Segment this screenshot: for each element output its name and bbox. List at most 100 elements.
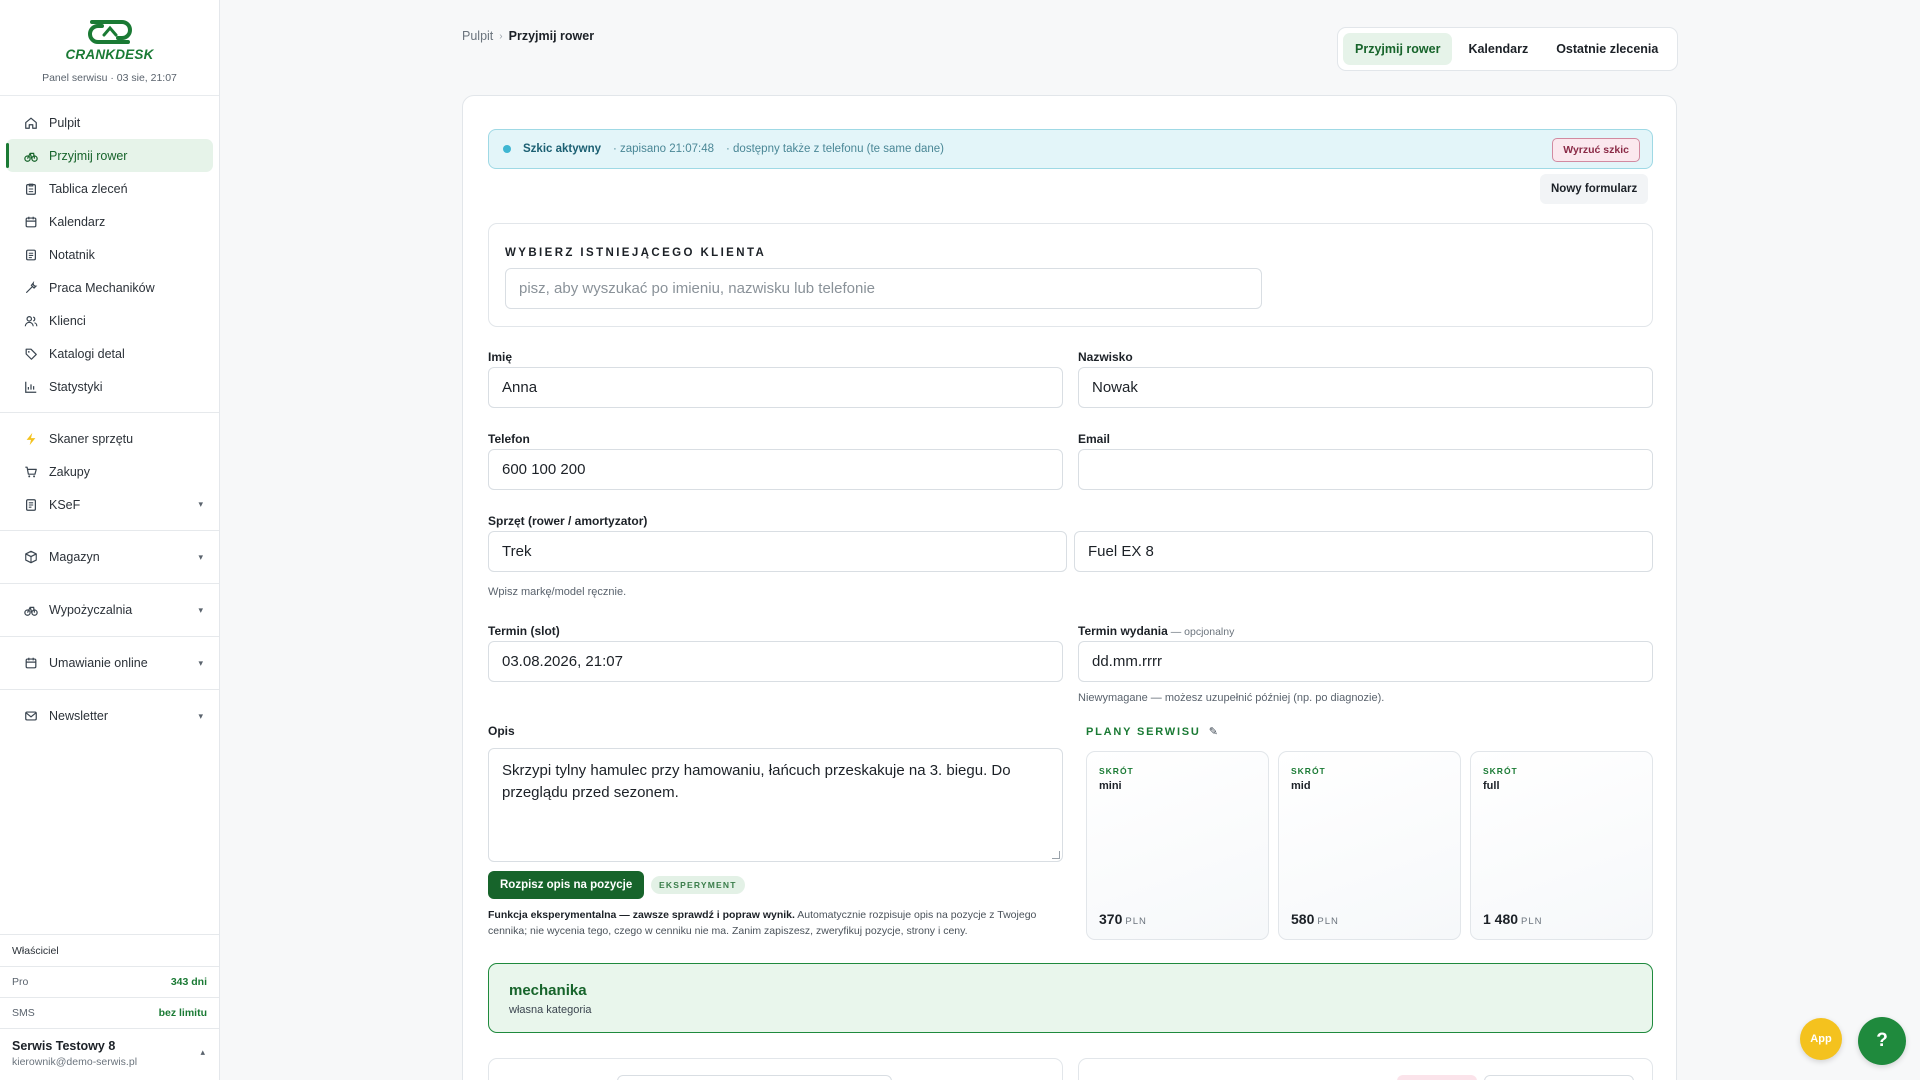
position-tag (1397, 1075, 1477, 1080)
tab-ostatnie-zlecenia[interactable]: Ostatnie zlecenia (1544, 33, 1670, 65)
chevron-down-icon: ▾ (198, 499, 203, 509)
calendar-icon (24, 656, 38, 670)
sidebar-item-label: Katalogi detal (49, 346, 125, 361)
plan-price-value: 580 (1291, 911, 1315, 927)
resize-handle-icon[interactable] (1052, 851, 1060, 859)
sidebar-item-skaner-sprzetu[interactable]: Skaner sprzętu (6, 422, 213, 455)
sidebar-item-statystyki[interactable]: Statystyki (6, 370, 213, 403)
nav-divider (0, 530, 219, 531)
phone-field[interactable]: 600 100 200 (488, 449, 1063, 490)
plan-name: mini (1099, 780, 1122, 792)
plan-price: 1 480 PLN (1483, 911, 1543, 927)
mail-icon (24, 709, 38, 723)
sidebar-item-magazyn[interactable]: Magazyn ▾ (6, 540, 213, 574)
breadcrumb-separator: › (499, 30, 503, 42)
plan-card-mini[interactable]: SKRÓT mini 370 PLN (1086, 751, 1269, 940)
sidebar-item-label: Wypożyczalnia (49, 603, 133, 617)
plan-price-value: 1 480 (1483, 911, 1519, 927)
new-form-button[interactable]: Nowy formularz (1540, 174, 1649, 204)
pencil-icon[interactable]: ✎ (1209, 726, 1218, 738)
plan-name: full (1483, 780, 1500, 792)
cart-icon (24, 465, 38, 479)
account-panel: Właściciel Pro 343 dni SMS bez limitu Se… (0, 934, 219, 1080)
sidebar-item-newsletter[interactable]: Newsletter ▾ (6, 699, 213, 733)
sidebar-item-label: Kalendarz (49, 214, 106, 229)
service-plans-heading: PLANY SERWISU ✎ (1086, 725, 1218, 738)
calendar-icon (24, 215, 38, 229)
sidebar-item-label: Umawianie online (49, 656, 148, 670)
slot-label: Termin (slot) (488, 624, 560, 638)
tab-kalendarz[interactable]: Kalendarz (1456, 33, 1540, 65)
split-description-button[interactable]: Rozpisz opis na pozycje (488, 871, 645, 899)
sidebar-item-label: Notatnik (49, 247, 95, 262)
nav-divider (0, 689, 219, 690)
sidebar-item-zakupy[interactable]: Zakupy (6, 455, 213, 488)
nav-divider (0, 583, 219, 584)
help-button[interactable]: ? (1858, 1017, 1906, 1065)
first-name-field[interactable]: Anna (488, 367, 1063, 408)
plan-value: 343 dni (170, 976, 207, 988)
app-button[interactable]: App (1800, 1018, 1842, 1060)
chevron-up-icon: ▴ (200, 1047, 205, 1057)
clipboard-icon (24, 182, 38, 196)
sidebar-item-wypozyczalnia[interactable]: Wypożyczalnia ▾ (6, 593, 213, 627)
sidebar-item-label: Klienci (49, 313, 86, 328)
sidebar-item-katalogi-detal[interactable]: Katalogi detal (6, 337, 213, 370)
sidebar-item-tablica-zlecen[interactable]: Tablica zleceń (6, 172, 213, 205)
draft-mobile-note: · dostępny także z telefonu (te same dan… (726, 143, 944, 155)
release-date-label-text: Termin wydania (1078, 624, 1168, 638)
sidebar-item-umawianie-online[interactable]: Umawianie online ▾ (6, 646, 213, 680)
client-search-input[interactable]: pisz, aby wyszukać po imieniu, nazwisku … (505, 268, 1262, 309)
bolt-icon (24, 432, 38, 446)
document-icon (24, 498, 38, 512)
nav-divider (0, 412, 219, 413)
sidebar-item-label: Pulpit (49, 115, 81, 130)
last-name-field[interactable]: Nowak (1078, 367, 1653, 408)
category-title: mechanika (509, 982, 587, 999)
sidebar-item-label: Newsletter (49, 709, 109, 723)
plan-shortcut-label: SKRÓT (1483, 766, 1518, 776)
plan-price: 370 PLN (1099, 911, 1147, 927)
sidebar-item-kalendarz[interactable]: Kalendarz (6, 205, 213, 238)
description-textarea[interactable]: Skrzypi tylny hamulec przy hamowaniu, ła… (488, 748, 1063, 862)
plan-price-value: 370 (1099, 911, 1123, 927)
breadcrumb-root[interactable]: Pulpit (462, 29, 493, 43)
sidebar-item-label: Tablica zleceń (49, 181, 128, 196)
brand-name: CRANKDESK (65, 47, 154, 62)
equipment-brand-field[interactable]: Trek (488, 531, 1067, 572)
service-plans-title: PLANY SERWISU (1086, 726, 1201, 738)
sidebar-item-przyjmij-rower[interactable]: Przyjmij rower (6, 139, 213, 172)
release-date-optional: — opcjonalny (1167, 626, 1235, 638)
sidebar-item-praca-mechanikow[interactable]: Praca Mechaników (6, 271, 213, 304)
release-date-label: Termin wydania — opcjonalny (1078, 624, 1234, 638)
sidebar-item-label: Przyjmij rower (49, 148, 128, 163)
sidebar-item-label: KSeF (49, 497, 81, 512)
sidebar-item-pulpit[interactable]: Pulpit (6, 106, 213, 139)
draft-banner: Szkic aktywny · zapisano 21:07:48 · dost… (488, 129, 1653, 169)
brand: CRANKDESK Panel serwisu · 03 sie, 21:07 (0, 0, 219, 96)
equipment-model-field[interactable]: Fuel EX 8 (1074, 531, 1653, 572)
sidebar-item-notatnik[interactable]: Notatnik (6, 238, 213, 271)
release-date-field[interactable]: dd.mm.rrrr (1078, 641, 1653, 682)
email-label: Email (1078, 432, 1111, 446)
breadcrumb: Pulpit › Przyjmij rower (462, 29, 594, 43)
plan-shortcut-label: SKRÓT (1099, 766, 1134, 776)
plan-card-mid[interactable]: SKRÓT mid 580 PLN (1278, 751, 1461, 940)
category-card-mechanika[interactable]: mechanika własna kategoria (488, 963, 1653, 1033)
email-field[interactable] (1078, 449, 1653, 490)
chevron-down-icon: ▾ (198, 710, 203, 721)
tab-przyjmij-rower[interactable]: Przyjmij rower (1343, 33, 1453, 65)
position-input-left[interactable] (617, 1075, 892, 1080)
sidebar-item-label: Praca Mechaników (49, 280, 155, 295)
discard-draft-button[interactable]: Wyrzuć szkic (1552, 138, 1640, 162)
plan-card-full[interactable]: SKRÓT full 1 480 PLN (1470, 751, 1653, 940)
position-input-right[interactable] (1484, 1075, 1634, 1080)
sidebar-item-label: Zakupy (49, 464, 90, 479)
sidebar-item-ksef[interactable]: KSeF ▾ (6, 488, 213, 521)
sidebar-item-label: Magazyn (49, 550, 100, 564)
sidebar-item-klienci[interactable]: Klienci (6, 304, 213, 337)
intake-form-card: Szkic aktywny · zapisano 21:07:48 · dost… (462, 95, 1677, 1080)
account-switcher[interactable]: Serwis Testowy 8 kierownik@demo-serwis.p… (0, 1028, 219, 1080)
slot-datetime-field[interactable]: 03.08.2026, 21:07 (488, 641, 1063, 682)
sidebar: CRANKDESK Panel serwisu · 03 sie, 21:07 … (0, 0, 220, 1080)
